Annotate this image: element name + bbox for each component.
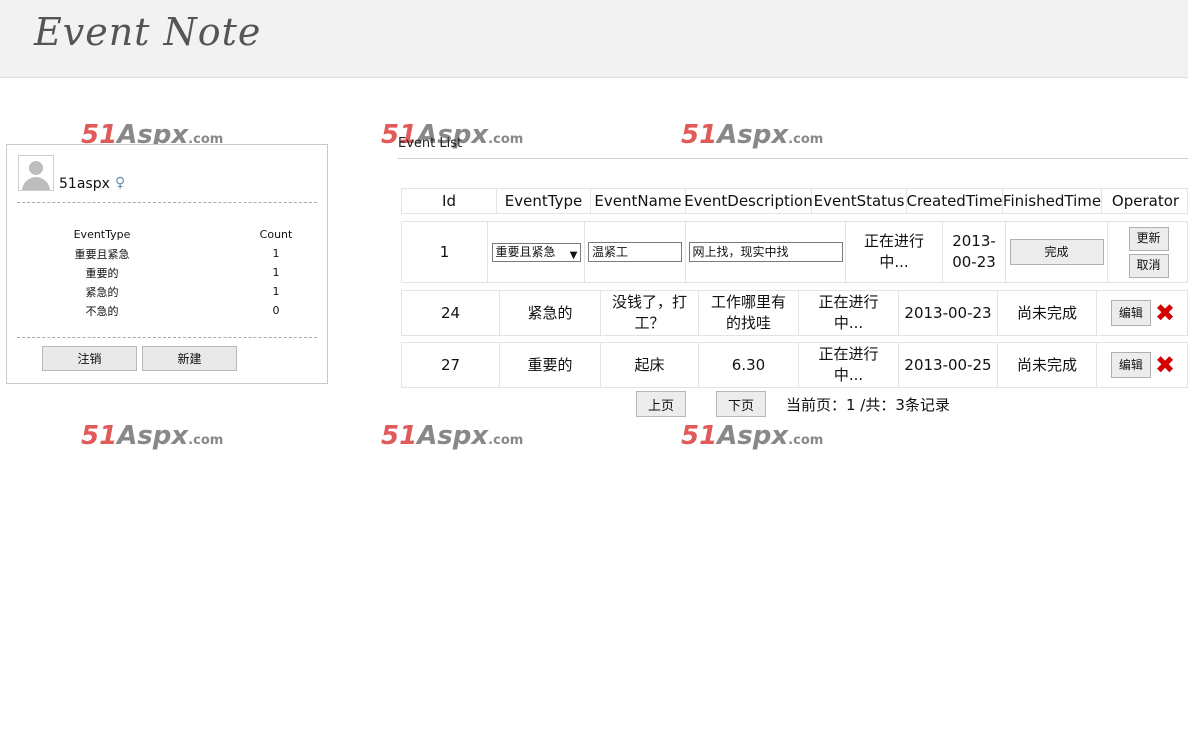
stats-row: 重要的 1: [63, 263, 296, 282]
watermark-logo: 51Aspx.com: [381, 421, 524, 451]
new-event-button[interactable]: 新建: [142, 346, 237, 371]
watermark-logo: 51Aspx.com: [81, 421, 224, 451]
eventdescription-input[interactable]: 网上找，现实中找: [688, 242, 843, 262]
cell-finished: 尚未完成: [998, 343, 1097, 387]
logout-button[interactable]: 注销: [42, 346, 137, 371]
divider: [398, 158, 1188, 159]
eventtype-select-value: 重要且紧急: [495, 244, 556, 259]
user-name: 51aspx: [59, 176, 110, 192]
cell-type: 紧急的: [500, 291, 601, 335]
prev-page-button[interactable]: 上页: [636, 391, 686, 417]
stats-header-count: Count: [259, 228, 293, 241]
stats-count: 0: [272, 304, 280, 317]
finish-button[interactable]: 完成: [1009, 239, 1104, 265]
column-header-eventstatus: EventStatus: [812, 189, 907, 213]
stats-count: 1: [272, 247, 280, 260]
female-symbol-icon: ♀: [115, 175, 126, 191]
edit-button[interactable]: 编辑: [1110, 300, 1151, 326]
column-header-eventname: EventName: [591, 189, 686, 213]
cell-created: 2013-00-25: [899, 343, 998, 387]
stats-type: 重要且紧急: [74, 247, 130, 261]
eventtype-select[interactable]: 重要且紧急 ▼: [491, 242, 581, 262]
table-row: 24 紧急的 没钱了，打工？ 工作哪里有的找哇 正在进行中... 2013-00…: [401, 290, 1188, 336]
cell-finished: 尚未完成: [998, 291, 1097, 335]
delete-icon[interactable]: ✖: [1155, 353, 1175, 377]
divider: [17, 202, 317, 203]
update-button[interactable]: 更新: [1128, 226, 1169, 251]
event-list-title: Event List: [398, 136, 463, 151]
stats-count: 1: [272, 285, 280, 298]
watermark-logo: 51Aspx.com: [681, 120, 824, 150]
stats-count: 1: [272, 266, 280, 279]
stats-row: 重要且紧急 1: [63, 244, 296, 263]
table-row-editing: 1 重要且紧急 ▼ 温紧工 网上找，现实中找 正在进行中... 2013-00-2…: [401, 221, 1188, 283]
edit-button[interactable]: 编辑: [1110, 352, 1151, 378]
table-header-row: Id EventType EventName EventDescription …: [401, 188, 1188, 214]
stats-type: 紧急的: [85, 285, 119, 299]
table-row: 27 重要的 起床 6.30 正在进行中... 2013-00-25 尚未完成 …: [401, 342, 1188, 388]
cell-id: 1: [402, 222, 488, 282]
stats-row: 紧急的 1: [63, 282, 296, 301]
column-header-eventdescription: EventDescription: [684, 189, 813, 213]
site-title: Event Note: [34, 10, 262, 54]
divider: [17, 337, 317, 338]
cell-id: 24: [402, 291, 500, 335]
cell-created: 2013-00-23: [943, 222, 1006, 282]
stats-header-type: EventType: [73, 228, 131, 241]
stats-type: 不急的: [85, 304, 119, 318]
column-header-createdtime: CreatedTime: [906, 189, 1003, 213]
column-header-finishedtime: FinishedTime: [1003, 189, 1102, 213]
cell-type: 重要的: [500, 343, 601, 387]
column-header-id: Id: [402, 189, 497, 213]
user-panel: 51aspx ♀ EventType Count 重要且紧急 1 重要的 1 紧…: [6, 144, 328, 384]
delete-icon[interactable]: ✖: [1155, 301, 1175, 325]
watermark-logo: 51Aspx.com: [681, 421, 824, 451]
next-page-button[interactable]: 下页: [716, 391, 766, 417]
stats-type: 重要的: [85, 266, 119, 280]
cell-status: 正在进行中...: [846, 222, 943, 282]
cancel-button[interactable]: 取消: [1128, 253, 1169, 278]
pager-info: 当前页：1 /共：3条记录: [786, 396, 950, 414]
column-header-operator: Operator: [1111, 191, 1180, 210]
cell-created: 2013-00-23: [899, 291, 998, 335]
cell-description: 工作哪里有的找哇: [699, 291, 799, 335]
avatar: [18, 155, 54, 191]
cell-status: 正在进行中...: [799, 291, 899, 335]
cell-name: 没钱了，打工？: [601, 291, 699, 335]
stats-row: 不急的 0: [63, 301, 296, 320]
cell-name: 起床: [601, 343, 699, 387]
page-header: Event Note: [0, 0, 1188, 78]
cell-status: 正在进行中...: [799, 343, 899, 387]
eventname-input[interactable]: 温紧工: [588, 242, 682, 262]
cell-description: 6.30: [699, 343, 799, 387]
cell-id: 27: [402, 343, 500, 387]
column-header-eventtype: EventType: [497, 189, 591, 213]
stats-table: EventType Count 重要且紧急 1 重要的 1 紧急的 1 不急的 …: [63, 225, 296, 320]
stats-header-row: EventType Count: [63, 225, 296, 244]
chevron-down-icon: ▼: [569, 249, 578, 261]
